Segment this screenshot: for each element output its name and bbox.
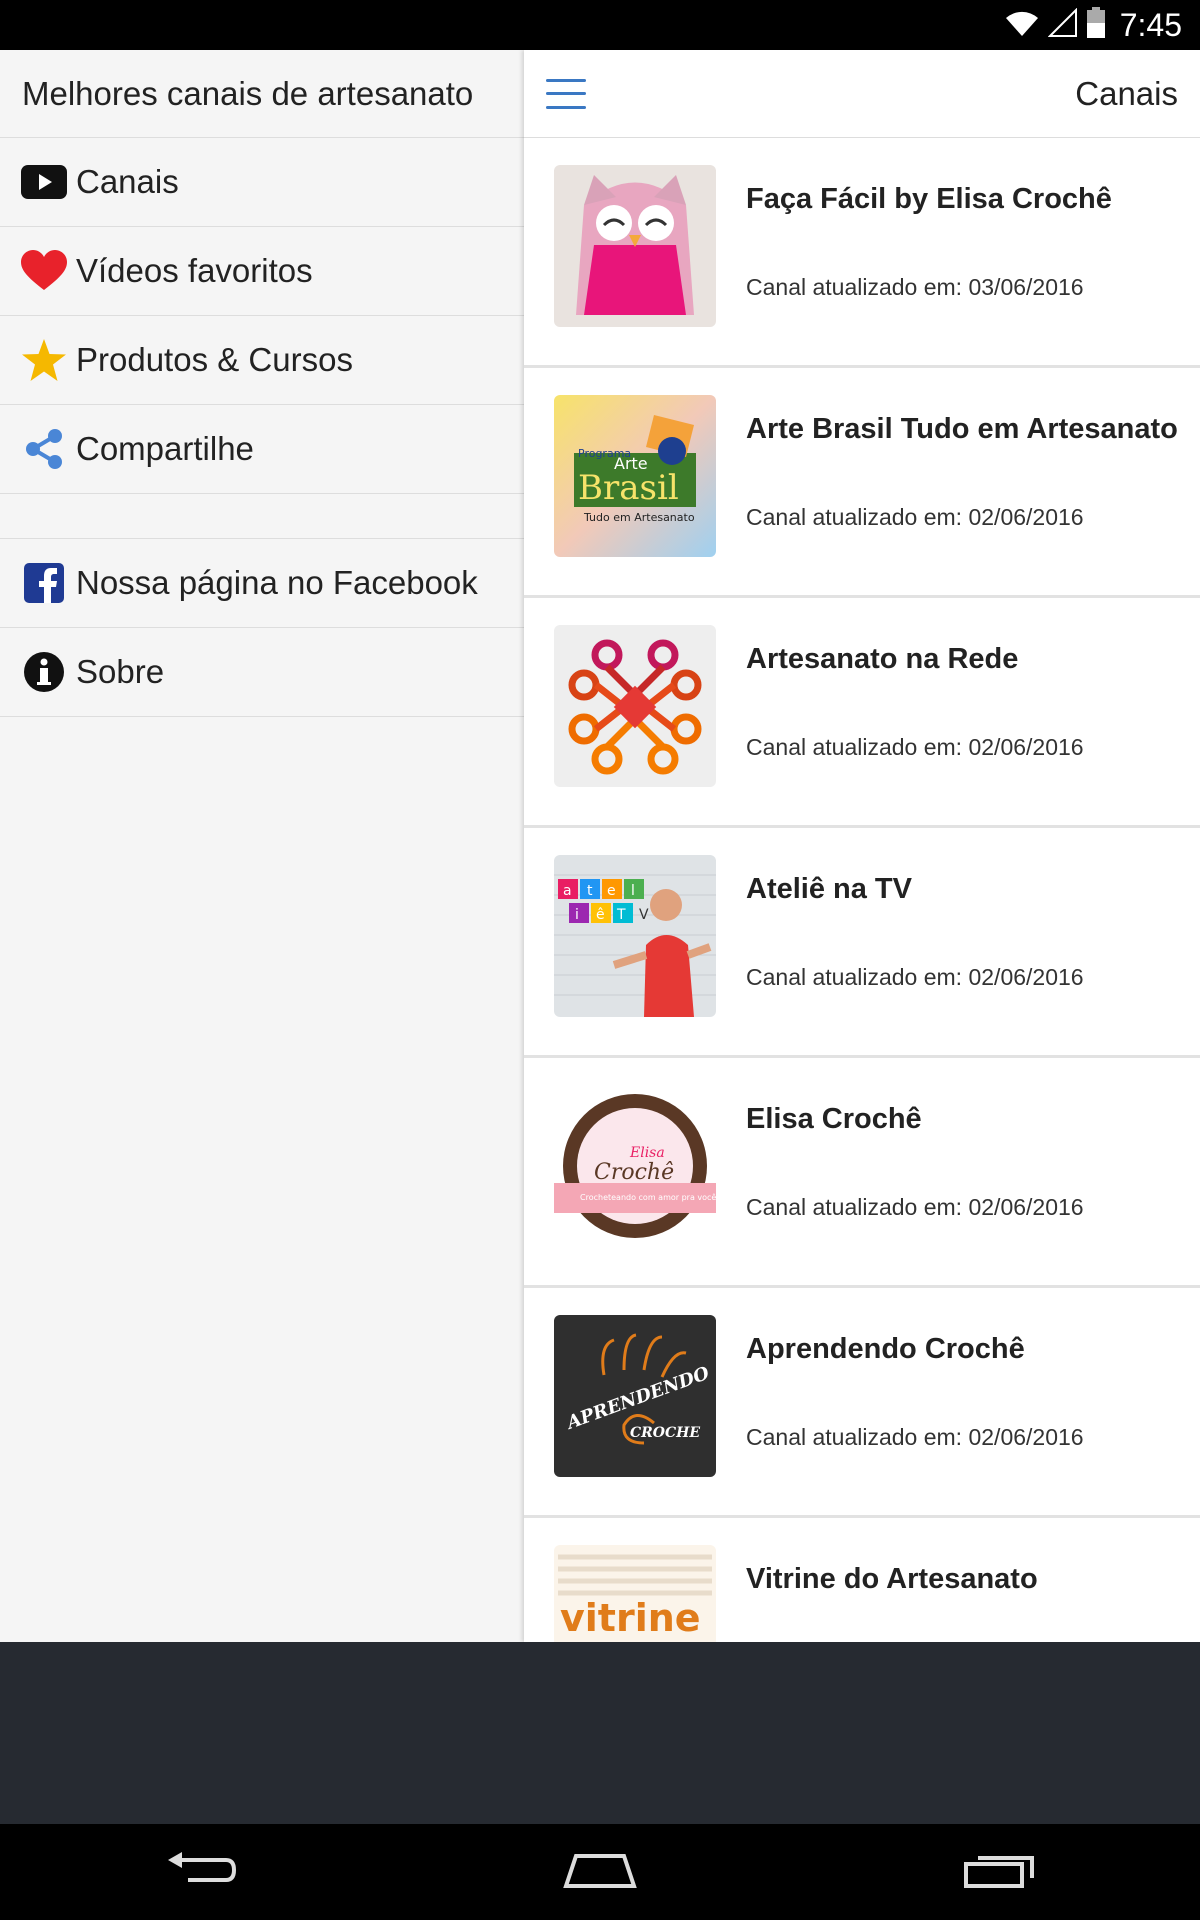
status-icons: 7:45	[1004, 0, 1182, 50]
channel-updated: Canal atualizado em: 02/06/2016	[746, 734, 1084, 760]
battery-icon	[1086, 6, 1106, 44]
back-button[interactable]	[145, 1842, 255, 1902]
channel-updated: Canal atualizado em: 02/06/2016	[746, 1424, 1084, 1450]
thumb-text: ê	[596, 907, 605, 923]
thumb-text: Brasil	[578, 468, 679, 508]
thumb-text: Crocheteando com amor pra você!	[580, 1192, 716, 1202]
drawer-item-label: Sobre	[76, 653, 165, 690]
system-nav-bar	[0, 1824, 1200, 1920]
thumb-text: l	[631, 883, 635, 899]
thumb-text: vitrine	[560, 1596, 701, 1640]
facebook-icon	[20, 559, 68, 607]
recent-apps-button[interactable]	[945, 1842, 1055, 1902]
thumb-text: T	[616, 907, 626, 923]
status-bar: 7:45	[0, 0, 1200, 50]
channel-title: Arte Brasil Tudo em Artesanato	[746, 413, 1178, 445]
channel-item[interactable]: Faça Fácil by Elisa Crochê Canal atualiz…	[524, 138, 1200, 368]
heart-icon	[20, 247, 68, 295]
channel-title: Ateliê na TV	[746, 873, 912, 905]
top-app-bar: Canais	[524, 50, 1200, 138]
drawer-item-label: Vídeos favoritos	[76, 252, 313, 289]
drawer-item-facebook[interactable]: Nossa página no Facebook	[0, 539, 524, 628]
ad-placeholder-area	[0, 1642, 1200, 1824]
home-icon	[562, 1850, 638, 1895]
channel-item[interactable]: a t e l i ê T V Ateliê na TV Canal atual…	[524, 828, 1200, 1058]
info-icon	[20, 648, 68, 696]
channel-thumbnail-elisa-croche: Elisa Crochê Crocheteando com amor pra v…	[554, 1085, 716, 1247]
drawer-item-label: Compartilhe	[76, 430, 254, 467]
app: Melhores canais de artesanato Canais Víd…	[0, 50, 1200, 1642]
drawer-item-label: Produtos & Cursos	[76, 341, 353, 378]
status-time: 7:45	[1119, 6, 1182, 43]
thumb-text: V	[639, 907, 649, 923]
channel-title: Aprendendo Crochê	[746, 1333, 1025, 1365]
channel-item[interactable]: Programa Arte Brasil Tudo em Artesanato …	[524, 368, 1200, 598]
recent-apps-icon	[964, 1850, 1036, 1895]
drawer-item-compartilhe[interactable]: Compartilhe	[0, 405, 524, 494]
home-button[interactable]	[545, 1842, 655, 1902]
page-title: Canais	[1075, 74, 1178, 112]
thumb-text: a	[563, 883, 572, 899]
channel-updated: Canal atualizado em: 02/06/2016	[746, 964, 1084, 990]
drawer-item-produtos-cursos[interactable]: Produtos & Cursos	[0, 316, 524, 405]
signal-icon	[1047, 7, 1078, 43]
star-icon	[20, 336, 68, 384]
thumb-text: Crochê	[594, 1160, 674, 1185]
drawer-item-label: Canais	[76, 163, 179, 200]
channel-title: Artesanato na Rede	[746, 643, 1019, 675]
channel-thumbnail-aprendendo-croche: APRENDENDO CROCHE	[554, 1315, 716, 1477]
drawer-item-canais[interactable]: Canais	[0, 138, 524, 227]
youtube-play-icon	[20, 158, 68, 206]
navigation-drawer: Melhores canais de artesanato Canais Víd…	[0, 50, 524, 1642]
thumb-text: e	[607, 883, 616, 899]
channel-item[interactable]: Elisa Crochê Crocheteando com amor pra v…	[524, 1058, 1200, 1288]
menu-icon[interactable]	[546, 78, 586, 109]
thumb-text: i	[575, 907, 579, 923]
channel-title: Vitrine do Artesanato	[746, 1563, 1038, 1595]
thumb-text: CROCHE	[630, 1425, 700, 1441]
thumb-text: Elisa	[629, 1145, 665, 1161]
channel-title: Faça Fácil by Elisa Crochê	[746, 183, 1112, 215]
drawer-divider	[0, 494, 524, 539]
channel-thumbnail-atelie-na-tv: a t e l i ê T V	[554, 855, 716, 1017]
drawer-item-sobre[interactable]: Sobre	[0, 628, 524, 717]
channel-item[interactable]: Artesanato na Rede Canal atualizado em: …	[524, 598, 1200, 828]
channel-updated: Canal atualizado em: 03/06/2016	[746, 274, 1084, 300]
drawer-item-label: Nossa página no Facebook	[76, 564, 478, 601]
drawer-item-videos-favoritos[interactable]: Vídeos favoritos	[0, 227, 524, 316]
wifi-icon	[1004, 8, 1040, 43]
channel-title: Elisa Crochê	[746, 1103, 922, 1135]
channel-thumbnail-vitrine: vitrine	[554, 1545, 716, 1642]
back-arrow-icon	[164, 1850, 237, 1895]
channel-updated: Canal atualizado em: 02/06/2016	[746, 504, 1084, 530]
main-panel: Canais Faça Fácil by Elisa Crochê Canal …	[524, 50, 1200, 1642]
thumb-text: t	[587, 883, 593, 899]
drawer-title: Melhores canais de artesanato	[0, 50, 524, 138]
channel-item[interactable]: APRENDENDO CROCHE Aprendendo Crochê Cana…	[524, 1288, 1200, 1518]
channel-thumbnail-arte-brasil: Programa Arte Brasil Tudo em Artesanato	[554, 395, 716, 557]
share-icon	[20, 425, 68, 473]
thumb-text: Tudo em Artesanato	[583, 511, 695, 524]
channel-updated: Canal atualizado em: 02/06/2016	[746, 1194, 1084, 1220]
channel-thumbnail-owl	[554, 165, 716, 327]
channel-thumbnail-artesanato-na-rede	[554, 625, 716, 787]
channel-item[interactable]: vitrine Vitrine do Artesanato	[524, 1518, 1200, 1642]
